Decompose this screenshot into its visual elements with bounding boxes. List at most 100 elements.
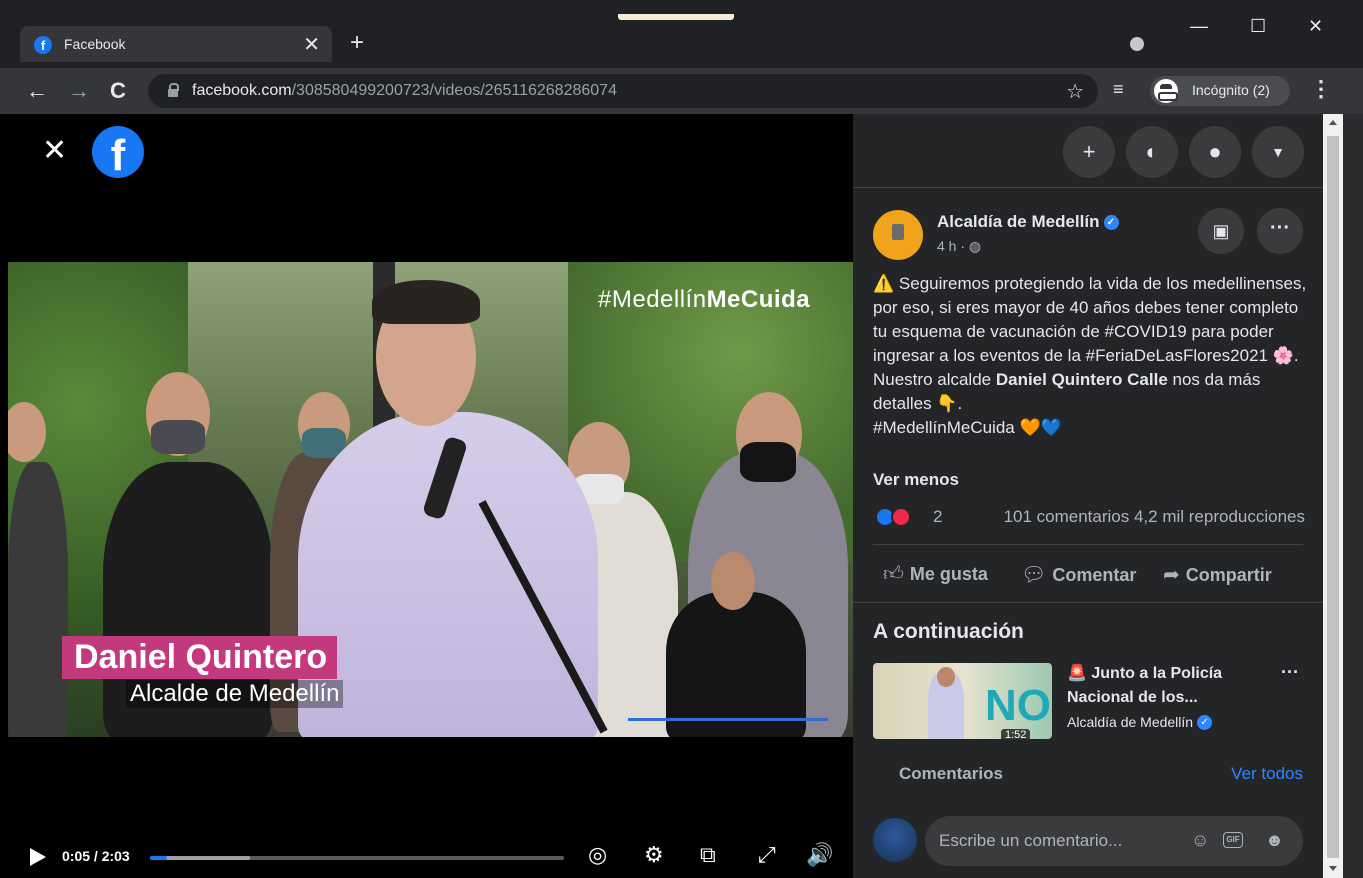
volume-icon[interactable]: 🔊 [806,842,833,868]
more-options-icon[interactable]: ··· [1257,208,1303,254]
play-icon[interactable] [30,848,46,866]
section-divider [853,602,1323,603]
scroll-down-arrow-icon[interactable] [1329,866,1337,871]
post-meta[interactable]: 4 h · ◍ [937,238,981,255]
pointing-down-emoji-icon: 👇 [936,394,958,413]
browser-tab-strip: f Facebook ✕ + — ☐ ✕ [0,0,1363,68]
video-viewer: ✕ f #MedellínMeCuida Daniel Quintero Alc… [0,114,853,878]
comment-label: Comentar [1052,565,1137,585]
notifications-icon[interactable]: ● [1189,126,1241,178]
captions-icon[interactable]: ◎ [588,842,607,868]
verified-badge-icon: ✓ [1197,715,1213,730]
interpreter-accent-bar [628,718,828,721]
tab-title: Facebook [64,36,126,52]
up-next-heading: A continuación [873,620,1024,643]
share-button[interactable]: ➦ Compartir [1163,562,1272,587]
facebook-logo-icon[interactable]: f [92,126,144,180]
url-host: facebook.com [192,82,292,99]
love-reaction-icon[interactable] [891,507,911,527]
window-top-notch [618,14,734,20]
messenger-icon[interactable]: ◐ [1126,126,1178,178]
window-close-button[interactable]: ✕ [1308,16,1323,37]
like-button[interactable]: 👍︎ Me gusta [883,562,988,586]
sticker-icon[interactable]: ☻ [1265,830,1284,851]
comment-input-box[interactable]: ☺ GIF ☻ [925,816,1303,866]
up-next-title-link[interactable]: 🚨 Junto a la Policía Nacional de los... [1067,662,1267,710]
post-line-2-prefix: Nuestro alcalde [873,370,996,389]
post-text: ⚠️ Seguiremos protegiendo la vida de los… [873,274,1307,437]
incognito-profile-button[interactable]: Incógnito (2) [1150,76,1290,106]
create-icon[interactable]: + [1063,126,1115,178]
forward-arrow-icon[interactable]: → [68,78,90,104]
close-viewer-icon[interactable]: ✕ [42,136,67,166]
video-controls: 0:05 / 2:03 ◎ ⚙ ⧉ ⤢ 🔊 [0,828,853,878]
address-bar[interactable]: facebook.com/308580499200723/videos/2651… [148,74,1098,108]
thumbs-up-icon: 👍︎ [883,563,904,585]
bookmark-star-icon[interactable]: ☆ [1066,79,1084,104]
hashtag-plain: #Medellín [598,286,707,313]
page-scrollbar[interactable] [1323,114,1343,878]
up-next-page-link[interactable]: Alcaldía de Medellín ✓ [1067,714,1213,730]
settings-gear-icon[interactable]: ⚙ [644,842,664,868]
lower-third-name: Daniel Quintero [62,636,338,679]
back-arrow-icon[interactable]: ← [26,78,48,104]
reload-icon[interactable]: C [110,78,126,104]
url-text[interactable]: facebook.com/308580499200723/videos/2651… [192,82,617,100]
hashtag-bold: MeCuida [706,286,811,313]
reaction-count[interactable]: 2 [933,507,942,527]
thumb-sign-text: NO [985,681,1051,730]
emoji-icon[interactable]: ☺ [1191,830,1209,851]
reading-list-icon[interactable]: ≡ [1113,79,1124,100]
save-icon[interactable]: ▣ [1198,208,1244,254]
comment-button[interactable]: 💬︎ Comentar [1021,562,1136,587]
see-all-link[interactable]: Ver todos [1231,764,1303,784]
see-less-link[interactable]: Ver menos [873,470,959,490]
scrollbar-thumb[interactable] [1327,136,1339,858]
up-next-more-icon[interactable]: ··· [1281,662,1299,683]
tab-close-icon[interactable]: ✕ [303,32,320,57]
maximize-button[interactable]: ☐ [1250,16,1266,37]
minimize-button[interactable]: — [1190,16,1208,37]
reactions-summary: 2 101 comentarios 4,2 mil reproducciones [875,505,1305,529]
progress-fill [150,856,167,860]
lock-icon[interactable] [168,83,179,97]
thumb-head [937,667,955,687]
post-time: 4 h · [937,238,969,254]
post-hashtag[interactable]: #MedellínMeCuida [873,418,1015,437]
page-avatar[interactable] [873,210,923,260]
face-mask-black [740,442,796,482]
tab-search-icon[interactable] [1130,37,1144,51]
interpreter-head [711,552,755,610]
browser-menu-icon[interactable]: ⋮ [1310,76,1332,102]
incognito-label: Incógnito (2) [1192,82,1270,98]
lower-third-role: Alcalde de Medellín [126,680,344,708]
browser-toolbar: ← → C facebook.com/308580499200723/video… [0,68,1363,114]
progress-track[interactable] [150,856,564,860]
gif-icon[interactable]: GIF [1223,832,1243,848]
page-name-link[interactable]: Alcaldía de Medellín ✓ [937,212,1119,232]
scroll-up-arrow-icon[interactable] [1329,120,1337,125]
like-label: Me gusta [909,564,988,584]
url-path: /308580499200723/videos/265116268286074 [291,82,617,99]
post-actions: 👍︎ Me gusta 💬︎ Comentar ➦ Compartir [873,556,1303,594]
comment-input[interactable] [939,816,1179,866]
comment-bubble-icon: 💬︎ [1021,564,1047,586]
fullscreen-icon[interactable]: ⤢ [758,842,776,868]
post-side-panel: + ◐ ● ▼ Alcaldía de Medellín ✓ 4 h · ◍ ▣ … [853,114,1323,878]
interpreter-body [666,592,806,737]
warning-emoji-icon: ⚠️ [873,274,895,293]
video-frame[interactable]: #MedellínMeCuida Daniel Quintero Alcalde… [8,262,853,737]
account-menu-icon[interactable]: ▼ [1252,126,1304,178]
user-avatar[interactable] [873,818,917,862]
share-arrow-icon: ➦ [1163,564,1180,586]
video-hashtag-overlay: #MedellínMeCuida [598,286,810,314]
picture-in-picture-icon[interactable]: ⧉ [700,842,716,868]
post-stats[interactable]: 101 comentarios 4,2 mil reproducciones [1004,507,1305,527]
speaker-hair [372,280,480,324]
browser-tab[interactable]: f Facebook ✕ [20,26,332,62]
up-next-thumbnail[interactable]: NO 1:52 [873,663,1052,739]
incognito-icon [1154,79,1178,103]
new-tab-button[interactable]: + [350,29,364,57]
flower-emoji-icon: 🌸 [1272,346,1294,365]
hearts-emoji-icon: 🧡💙 [1019,418,1062,437]
